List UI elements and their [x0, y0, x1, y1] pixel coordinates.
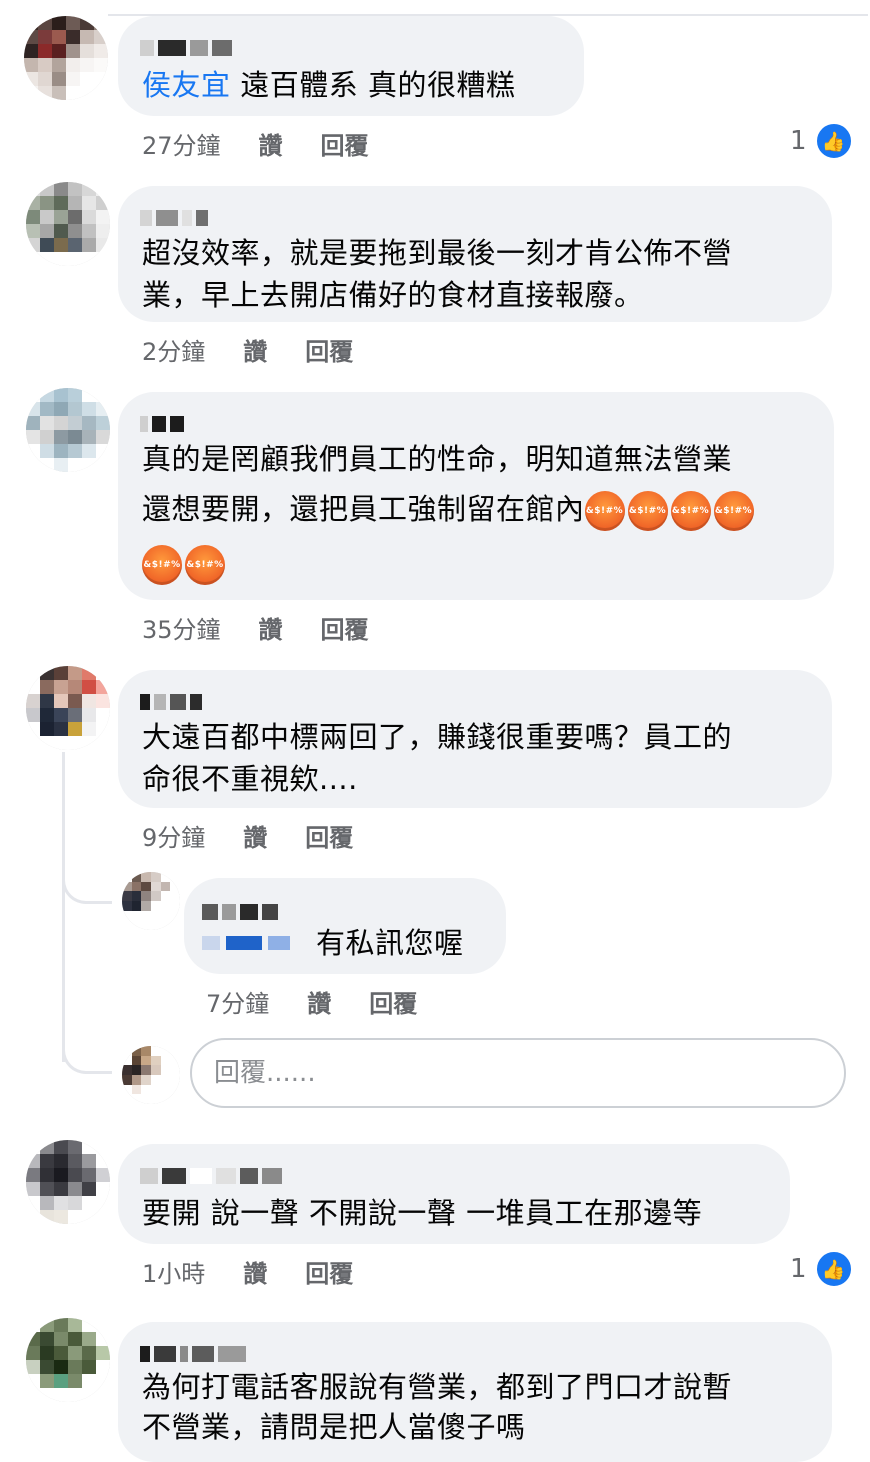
comment-meta: 1小時 讚 回覆 [142, 1254, 353, 1289]
commenter-name-redacted[interactable] [140, 412, 184, 432]
comment-time[interactable]: 27分鐘 [142, 126, 221, 161]
replier-name-redacted[interactable] [202, 900, 278, 920]
commenter-name-redacted[interactable] [140, 1342, 246, 1362]
commenter-name-redacted[interactable] [140, 1164, 282, 1184]
current-user-avatar[interactable] [122, 1046, 180, 1104]
comment-text-line: 不營業，請問是把人當傻子嗎 [142, 1410, 526, 1444]
reply-meta: 7分鐘 讚 回覆 [206, 984, 417, 1019]
avatar[interactable] [26, 182, 110, 266]
reaction-count[interactable]: 1 👍 [790, 1250, 853, 1288]
comment-time[interactable]: 2分鐘 [142, 332, 205, 367]
angry-cursing-face-icon: &$!#% [713, 491, 754, 531]
comment-meta: 27分鐘 讚 回覆 [142, 126, 369, 161]
like-button[interactable]: 讚 [259, 126, 283, 161]
comment-text: 要開 說一聲 不開說一聲 一堆員工在那邊等 [142, 1196, 703, 1230]
comment-bubble: 侯友宜 遠百體系 真的很糟糕 [118, 16, 584, 116]
commenter-name-redacted[interactable] [140, 206, 208, 226]
comment-text-line: 還想要開，還把員工強制留在館內&$!#% &$!#% &$!#% &$!#% [142, 488, 757, 531]
reply-button[interactable]: 回覆 [305, 1254, 353, 1289]
avatar[interactable] [26, 388, 110, 472]
avatar[interactable] [26, 1140, 110, 1224]
reply-button[interactable]: 回覆 [305, 332, 353, 367]
like-thumb-icon: 👍 [814, 122, 853, 160]
comment-bubble: 要開 說一聲 不開說一聲 一堆員工在那邊等 [118, 1144, 790, 1244]
like-button[interactable]: 讚 [243, 818, 267, 853]
like-count: 1 [790, 126, 807, 156]
angry-cursing-face-icon: &$!#% [142, 545, 182, 585]
commenter-name-redacted[interactable] [140, 690, 202, 710]
like-count: 1 [790, 1254, 807, 1284]
angry-cursing-face-icon: &$!#% [185, 545, 225, 585]
avatar[interactable] [26, 666, 110, 750]
comment-text-line: 真的是罔顧我們員工的性命，明知道無法營業 [142, 442, 733, 476]
reply-button[interactable]: 回覆 [369, 984, 417, 1019]
reply-connector [62, 1044, 112, 1074]
comment-text: 侯友宜 遠百體系 真的很糟糕 [142, 68, 516, 102]
comment-text-line: 業，早上去開店備好的食材直接報廢。 [142, 278, 644, 312]
angry-cursing-face-icon: &$!#% [670, 491, 711, 531]
like-thumb-icon: 👍 [814, 1250, 853, 1288]
comment-text-line: 大遠百都中標兩回了，賺錢很重要嗎？員工的 [142, 720, 733, 754]
like-button[interactable]: 讚 [307, 984, 331, 1019]
like-button[interactable]: 讚 [259, 610, 283, 645]
comment-time[interactable]: 35分鐘 [142, 610, 221, 645]
commenter-name-redacted[interactable] [140, 36, 232, 56]
mentioned-user-link[interactable]: 侯友宜 [142, 68, 231, 102]
comment-text-line: 命很不重視欸.... [142, 762, 358, 796]
reply-button[interactable]: 回覆 [321, 610, 369, 645]
comment-meta: 35分鐘 讚 回覆 [142, 610, 369, 645]
reply-button[interactable]: 回覆 [305, 818, 353, 853]
avatar[interactable] [24, 16, 108, 100]
angry-cursing-face-icon: &$!#% [584, 491, 625, 531]
comment-text-line: 超沒效率，就是要拖到最後一刻才肯公佈不營 [142, 236, 733, 270]
comment-bubble: 為何打電話客服說有營業，都到了門口才說暫 不營業，請問是把人當傻子嗎 [118, 1322, 832, 1462]
reply-bubble: 有私訊您喔 [184, 878, 506, 974]
avatar[interactable] [122, 872, 180, 930]
comment-bubble: 超沒效率，就是要拖到最後一刻才肯公佈不營 業，早上去開店備好的食材直接報廢。 [118, 186, 832, 322]
avatar[interactable] [26, 1318, 110, 1402]
comment-bubble: 大遠百都中標兩回了，賺錢很重要嗎？員工的 命很不重視欸.... [118, 670, 832, 808]
comment-meta: 2分鐘 讚 回覆 [142, 332, 353, 367]
reply-time[interactable]: 7分鐘 [206, 984, 269, 1019]
reply-button[interactable]: 回覆 [321, 126, 369, 161]
reaction-count[interactable]: 1 👍 [790, 122, 853, 160]
reply-input-field[interactable] [190, 1038, 846, 1108]
comment-time[interactable]: 9分鐘 [142, 818, 205, 853]
comment-meta: 9分鐘 讚 回覆 [142, 818, 353, 853]
reply-connector [62, 874, 112, 904]
like-button[interactable]: 讚 [243, 332, 267, 367]
comment-text-line: 為何打電話客服說有營業，都到了門口才說暫 [142, 1370, 733, 1404]
reply-input[interactable] [192, 1040, 844, 1106]
like-button[interactable]: 讚 [243, 1254, 267, 1289]
reply-text: 有私訊您喔 [316, 926, 464, 960]
angry-cursing-face-icon: &$!#% [627, 491, 668, 531]
comment-time[interactable]: 1小時 [142, 1254, 205, 1289]
mentioned-user-link-redacted[interactable] [202, 936, 290, 950]
emoji-line: &$!#% &$!#% [142, 542, 228, 585]
reply-thread-line [62, 752, 65, 1062]
comment-bubble: 真的是罔顧我們員工的性命，明知道無法營業 還想要開，還把員工強制留在館內&$!#… [118, 392, 834, 600]
